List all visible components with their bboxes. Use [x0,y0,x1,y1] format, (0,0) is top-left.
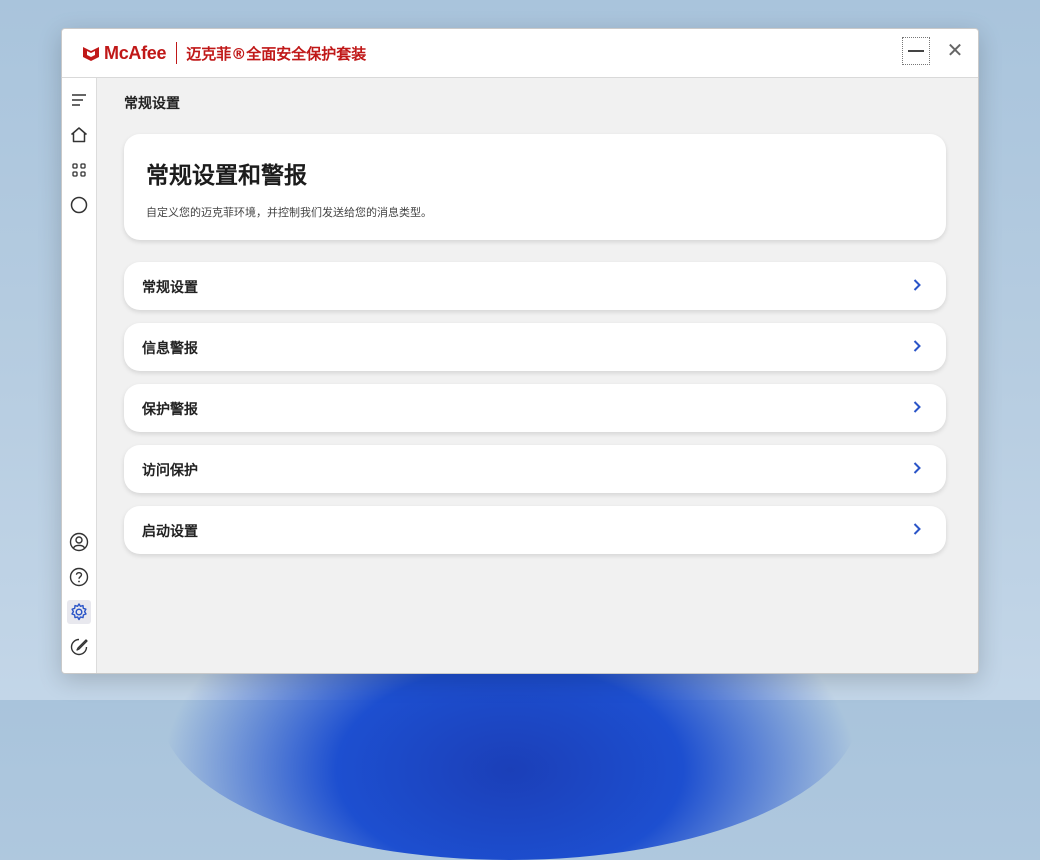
menu-item-general-settings[interactable]: 常规设置 [124,262,946,310]
product-name: 迈克菲®全面安全保护套装 [186,44,367,63]
chevron-right-icon [913,279,921,291]
sidebar-item-help[interactable] [67,565,91,589]
menu-item-label: 信息警报 [142,341,198,357]
sidebar-item-menu[interactable] [67,88,91,112]
home-icon [71,127,87,143]
page-description: 自定义您的迈克菲环境，并控制我们发送给您的消息类型。 [146,206,432,219]
menu-item-access-protection[interactable]: 访问保护 [124,445,946,493]
chevron-right-icon [913,401,921,413]
page-title: 常规设置和警报 [146,163,307,189]
account-icon [69,532,89,552]
chevron-right-icon [913,340,921,352]
minimize-icon [908,50,924,52]
sidebar [62,78,97,673]
menu-item-info-alerts[interactable]: 信息警报 [124,323,946,371]
brand-divider [176,42,178,64]
sidebar-item-account[interactable] [67,530,91,554]
help-icon [69,567,89,587]
menu-item-label: 启动设置 [142,524,198,540]
sidebar-item-status[interactable] [67,193,91,217]
menu-item-label: 保护警报 [142,402,198,418]
close-button[interactable]: ✕ [942,37,968,63]
close-icon: ✕ [946,38,964,62]
feedback-icon [70,638,88,656]
mcafee-shield-icon [83,47,99,61]
menu-item-label: 访问保护 [142,463,198,479]
sidebar-item-feedback[interactable] [67,635,91,659]
hero-card: 常规设置和警报 自定义您的迈克菲环境，并控制我们发送给您的消息类型。 [124,134,946,240]
title-bar: McAfee 迈克菲®全面安全保护套装 ✕ [62,29,978,78]
chevron-right-icon [913,523,921,535]
chevron-right-icon [913,462,921,474]
apps-grid-icon [72,163,86,177]
menu-item-protection-alerts[interactable]: 保护警报 [124,384,946,432]
hamburger-menu-icon [72,94,86,106]
sidebar-item-apps[interactable] [67,158,91,182]
minimize-button[interactable] [902,37,930,65]
brand-name: McAfee [104,42,167,63]
sidebar-item-settings[interactable] [67,600,91,624]
breadcrumb: 常规设置 [124,96,180,112]
app-window: McAfee 迈克菲®全面安全保护套装 ✕ 常规设置 常规设置和警报 自定义您的… [61,28,979,674]
brand-logo: McAfee 迈克菲®全面安全保护套装 [82,42,366,64]
menu-item-label: 常规设置 [142,280,198,296]
main-content: 常规设置 常规设置和警报 自定义您的迈克菲环境，并控制我们发送给您的消息类型。 … [97,78,978,673]
circle-status-icon [70,196,88,214]
sidebar-item-home[interactable] [67,123,91,147]
gear-icon [71,603,87,621]
menu-item-startup-settings[interactable]: 启动设置 [124,506,946,554]
